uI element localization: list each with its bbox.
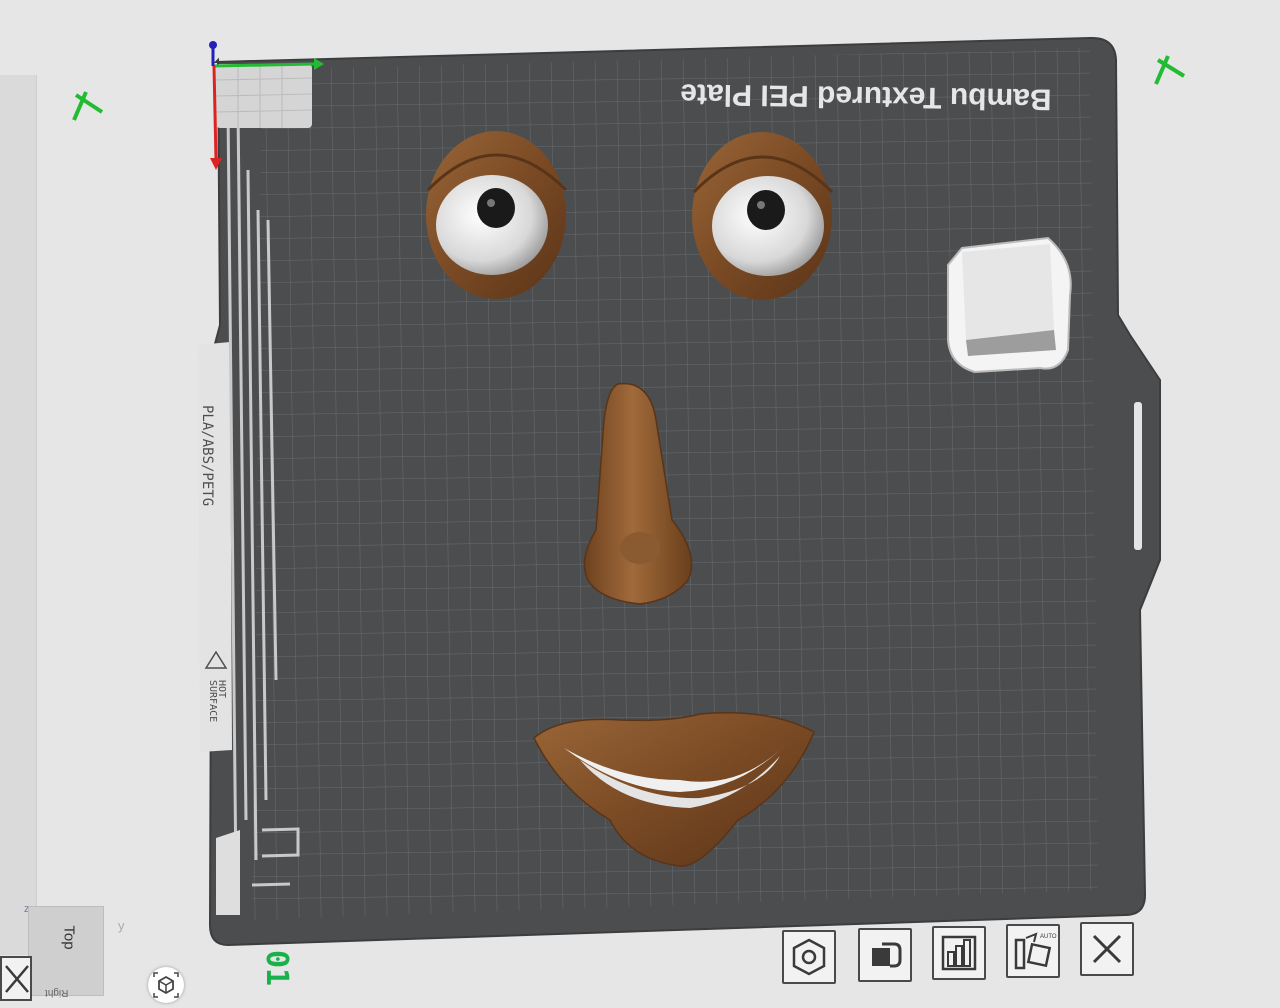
wipe-tower-object[interactable] bbox=[947, 236, 1072, 374]
lock-plate-button[interactable] bbox=[858, 928, 912, 982]
view-cube-top-face[interactable]: Top bbox=[61, 925, 78, 949]
plate-name-label: Bambu Textured PEI Plate bbox=[680, 77, 1052, 115]
close-icon bbox=[1092, 934, 1122, 964]
cube-view-icon bbox=[153, 972, 179, 998]
plate-edge-marker-left bbox=[72, 91, 104, 121]
plate-settings-icon bbox=[941, 935, 977, 971]
view-cube[interactable]: Top Right bbox=[28, 906, 104, 998]
left-eye-object[interactable] bbox=[426, 131, 568, 299]
close-plate-button[interactable] bbox=[1080, 922, 1134, 976]
svg-text:AUTO: AUTO bbox=[1040, 934, 1057, 940]
arrange-objects-button[interactable] bbox=[782, 930, 836, 984]
auto-orient-button[interactable]: AUTO bbox=[1006, 924, 1060, 978]
reset-view-button[interactable] bbox=[148, 967, 184, 1003]
right-eye-object[interactable] bbox=[692, 132, 834, 300]
plate-edge-marker-right bbox=[1154, 55, 1186, 85]
3d-viewport[interactable]: Bambu Textured PEI Plate PLA/ABS/PETG HO… bbox=[0, 0, 1280, 1001]
close-icon bbox=[5, 965, 29, 993]
plate-settings-button[interactable] bbox=[932, 926, 986, 980]
lock-plate-icon bbox=[872, 942, 902, 968]
auto-orient-icon: AUTO bbox=[1014, 932, 1057, 970]
view-cube-right-face[interactable]: Right bbox=[45, 987, 68, 998]
arrange-objects-icon bbox=[792, 938, 826, 976]
hot-surface-label-2: SURFACE bbox=[207, 680, 218, 722]
plate-number: 01 bbox=[259, 950, 294, 987]
view-cube-axis-y: y bbox=[118, 918, 125, 933]
filament-type-label: PLA/ABS/PETG bbox=[199, 405, 215, 506]
collapse-panel-button[interactable] bbox=[0, 956, 32, 1001]
